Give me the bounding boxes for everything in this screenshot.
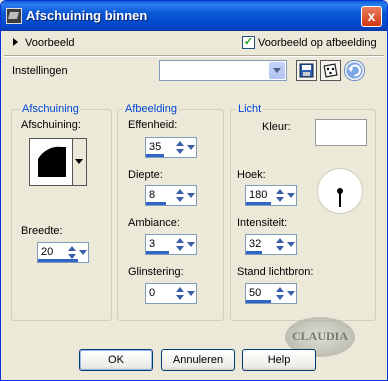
bevel-shape-preview xyxy=(38,146,66,177)
preview-checkbox-label[interactable]: Voorbeeld op afbeelding xyxy=(258,37,377,49)
ambience-bar[interactable] xyxy=(146,251,169,254)
smoothness-bar[interactable] xyxy=(146,154,164,157)
chevron-down-icon[interactable] xyxy=(186,236,196,253)
chevron-down-icon[interactable] xyxy=(186,187,196,204)
light-source-bar[interactable] xyxy=(246,300,271,303)
angle-bar[interactable] xyxy=(246,202,271,205)
chevron-down-icon[interactable] xyxy=(78,244,88,261)
chevron-down-icon[interactable] xyxy=(286,236,296,253)
depth-label: Diepte: xyxy=(128,169,163,181)
image-group-title: Afbeelding xyxy=(123,103,179,115)
ambience-spinner[interactable]: 3 xyxy=(145,234,197,255)
separator xyxy=(4,55,384,57)
depth-value[interactable]: 8 xyxy=(149,189,155,201)
light-source-spinner[interactable]: 50 xyxy=(245,283,297,304)
stepper-arrows-icon[interactable] xyxy=(175,285,185,302)
light-color-swatch[interactable] xyxy=(315,119,367,146)
dialog-window: Afschuining binnen x Voorbeeld ✓ Voorbee… xyxy=(0,0,388,381)
stepper-arrows-icon[interactable] xyxy=(175,236,185,253)
stepper-arrows-icon[interactable] xyxy=(275,285,285,302)
chevron-down-icon[interactable] xyxy=(286,187,296,204)
smoothness-spinner[interactable]: 35 xyxy=(145,137,197,158)
ok-button[interactable]: OK xyxy=(79,349,153,371)
preview-checkbox[interactable]: ✓ xyxy=(242,36,255,49)
settings-label: Instellingen xyxy=(12,65,68,77)
stepper-arrows-icon[interactable] xyxy=(175,139,185,156)
stepper-arrows-icon[interactable] xyxy=(67,244,77,261)
dice-icon xyxy=(323,63,338,78)
close-button[interactable]: x xyxy=(361,6,382,27)
app-icon xyxy=(6,8,22,24)
preview-row: Voorbeeld ✓ Voorbeeld op afbeelding xyxy=(1,32,387,56)
bevel-width-spinner[interactable]: 20 xyxy=(37,242,89,263)
bevel-shape-picker[interactable] xyxy=(29,138,87,186)
smoothness-label: Effenheid: xyxy=(128,119,178,131)
chevron-down-icon[interactable] xyxy=(286,285,296,302)
intensity-value[interactable]: 32 xyxy=(249,238,261,250)
ambience-value[interactable]: 3 xyxy=(149,238,155,250)
save-icon xyxy=(299,63,314,78)
image-group: Afbeelding Effenheid: 35 Diepte: 8 Ambia… xyxy=(117,103,224,321)
bevel-shape-label: Afschuining: xyxy=(21,119,81,131)
stepper-arrows-icon[interactable] xyxy=(175,187,185,204)
light-group-title: Licht xyxy=(236,103,264,115)
smoothness-value[interactable]: 35 xyxy=(149,141,161,153)
light-source-value[interactable]: 50 xyxy=(249,287,261,299)
angle-label: Hoek: xyxy=(237,169,266,181)
reset-button[interactable] xyxy=(344,60,365,81)
angle-dial-needle xyxy=(337,188,343,207)
reset-icon xyxy=(346,62,363,79)
depth-spinner[interactable]: 8 xyxy=(145,185,197,206)
window-title: Afschuining binnen xyxy=(26,8,148,23)
bevel-width-value[interactable]: 20 xyxy=(41,246,53,258)
watermark-text: CLAUDIA xyxy=(291,329,348,343)
light-color-label: Kleur: xyxy=(262,121,291,133)
angle-value[interactable]: 180 xyxy=(249,189,267,201)
shininess-label: Glinstering: xyxy=(128,266,184,278)
save-preset-button[interactable] xyxy=(296,60,317,81)
preview-label[interactable]: Voorbeeld xyxy=(25,37,75,49)
angle-dial[interactable] xyxy=(317,168,363,214)
chevron-down-icon[interactable] xyxy=(186,139,196,156)
shininess-spinner[interactable]: 0 xyxy=(145,283,197,304)
bevel-group-title: Afschuining xyxy=(20,103,81,115)
randomize-button[interactable] xyxy=(320,60,341,81)
chevron-down-icon[interactable] xyxy=(186,285,196,302)
light-group: Licht Kleur: Hoek: 180 Intensiteit: 32 S… xyxy=(230,103,376,321)
chevron-down-icon[interactable] xyxy=(269,62,285,79)
depth-bar[interactable] xyxy=(146,202,166,205)
help-button[interactable]: Help xyxy=(242,349,316,371)
stepper-arrows-icon[interactable] xyxy=(275,236,285,253)
bevel-shape-dropdown[interactable] xyxy=(72,139,86,185)
ambience-label: Ambiance: xyxy=(128,217,180,229)
title-bar[interactable]: Afschuining binnen x xyxy=(1,1,387,31)
cancel-button[interactable]: Annuleren xyxy=(161,349,235,371)
intensity-label: Intensiteit: xyxy=(237,217,288,229)
stepper-arrows-icon[interactable] xyxy=(275,187,285,204)
intensity-bar[interactable] xyxy=(246,251,262,254)
intensity-spinner[interactable]: 32 xyxy=(245,234,297,255)
angle-spinner[interactable]: 180 xyxy=(245,185,297,206)
bevel-group: Afschuining Afschuining: Breedte: 20 xyxy=(11,103,112,321)
chevron-down-icon xyxy=(75,159,83,164)
bevel-width-label: Breedte: xyxy=(21,225,63,237)
settings-dropdown[interactable] xyxy=(159,60,287,81)
shininess-value[interactable]: 0 xyxy=(149,287,155,299)
light-source-label: Stand lichtbron: xyxy=(237,266,314,278)
expand-arrow-icon[interactable] xyxy=(13,38,18,46)
